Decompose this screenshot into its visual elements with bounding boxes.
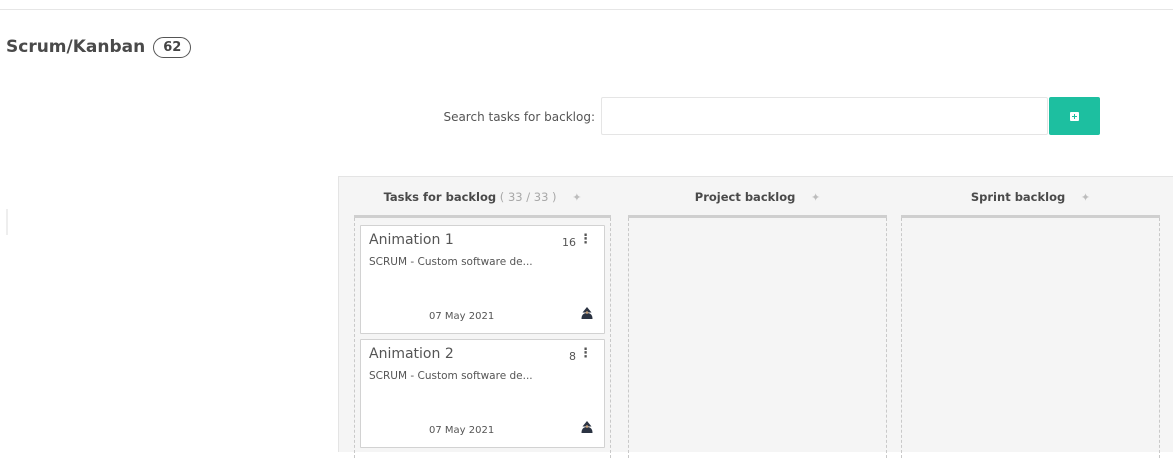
page-title-text: Scrum/Kanban	[6, 37, 146, 57]
card-menu-icon[interactable]: ⋮	[579, 232, 592, 247]
task-project: SCRUM - Custom software de...	[369, 256, 533, 268]
task-project: SCRUM - Custom software de...	[369, 370, 533, 382]
top-divider	[0, 9, 1173, 10]
column-body[interactable]	[628, 218, 887, 458]
task-card[interactable]: Animation 1 16 ⋮ SCRUM - Custom software…	[360, 225, 605, 334]
card-menu-icon[interactable]: ⋮	[579, 346, 592, 361]
column-body[interactable]	[901, 218, 1160, 458]
column-count: ( 33 / 33 )	[499, 190, 557, 204]
add-column-icon[interactable]: ✦	[1081, 191, 1090, 204]
page-title: Scrum/Kanban 62	[6, 36, 192, 58]
kanban-board: Tasks for backlog ( 33 / 33 ) ✦ Animatio…	[338, 176, 1173, 458]
search-label: Search tasks for backlog:	[443, 110, 595, 124]
task-count-badge: 62	[153, 36, 192, 58]
left-edge-marker	[6, 209, 8, 235]
task-date: 07 May 2021	[429, 311, 495, 322]
column-header: Tasks for backlog ( 33 / 33 ) ✦	[354, 190, 611, 206]
add-column-icon[interactable]: ✦	[811, 191, 820, 204]
backlog-search-input[interactable]	[601, 97, 1048, 135]
task-card[interactable]: Animation 2 8 ⋮ SCRUM - Custom software …	[360, 339, 605, 448]
story-points: 16	[562, 236, 576, 249]
task-title: Animation 2	[369, 346, 454, 362]
user-avatar-icon	[581, 421, 593, 433]
add-column-icon[interactable]: ✦	[572, 191, 581, 204]
story-points: 8	[569, 350, 576, 363]
column-title: Project backlog	[694, 190, 796, 204]
column-header: Sprint backlog ✦	[901, 190, 1160, 206]
add-to-backlog-button[interactable]	[1049, 97, 1100, 135]
column-header: Project backlog ✦	[628, 190, 887, 206]
column-title: Tasks for backlog	[383, 190, 497, 204]
user-avatar-icon	[581, 307, 593, 319]
column-title: Sprint backlog	[970, 190, 1066, 204]
column-body: Animation 1 16 ⋮ SCRUM - Custom software…	[354, 218, 611, 458]
task-title: Animation 1	[369, 232, 454, 248]
plus-square-icon	[1070, 111, 1079, 121]
task-date: 07 May 2021	[429, 425, 495, 436]
